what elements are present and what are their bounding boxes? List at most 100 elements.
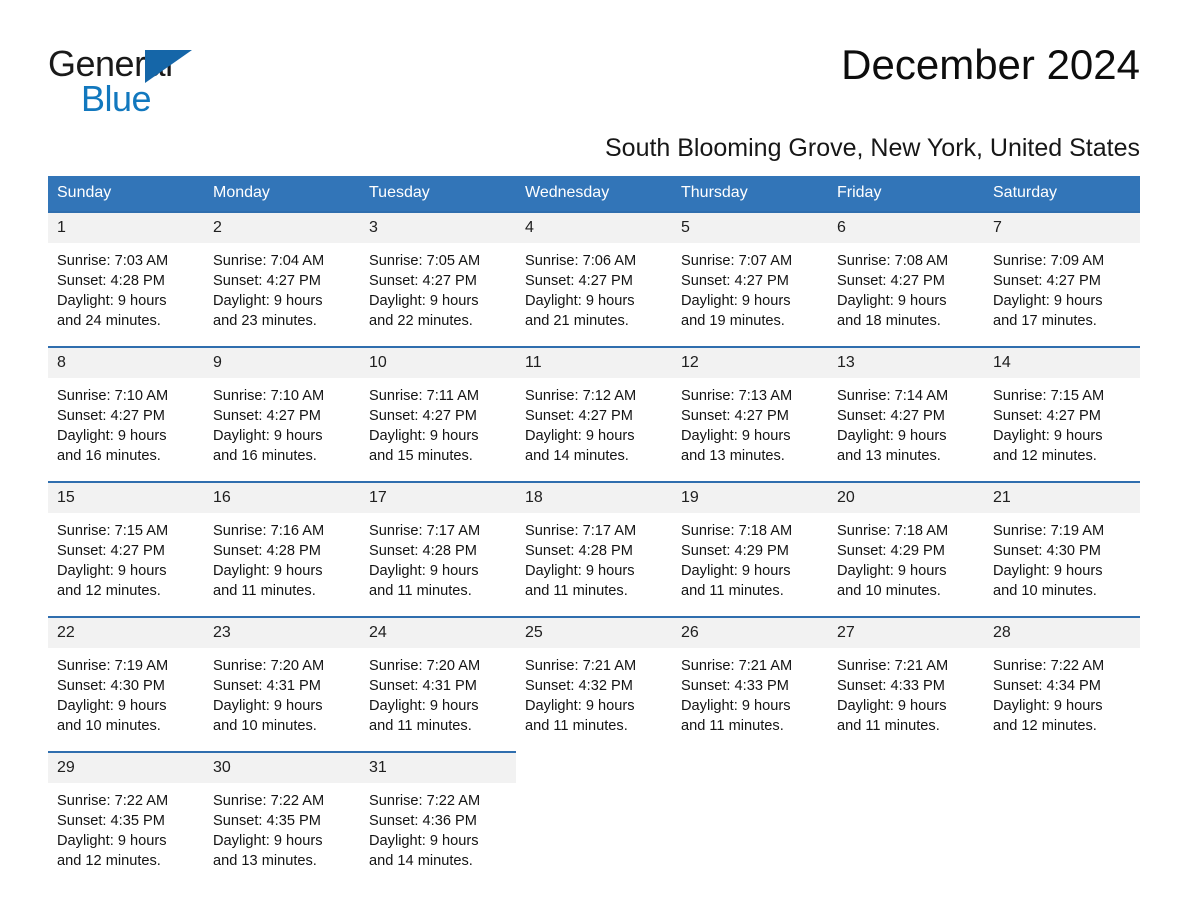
sunset-text: Sunset: 4:27 PM: [993, 273, 1101, 289]
weekday-header-sunday: Sunday: [48, 176, 204, 211]
day-cell[interactable]: 16 Sunrise: 7:16 AM Sunset: 4:28 PM Dayl…: [204, 481, 360, 616]
day-info: Sunrise: 7:06 AM Sunset: 4:27 PM Dayligh…: [516, 243, 672, 331]
sunset-text: Sunset: 4:29 PM: [837, 543, 945, 559]
sunset-text: Sunset: 4:29 PM: [681, 543, 789, 559]
day-info: Sunrise: 7:19 AM Sunset: 4:30 PM Dayligh…: [48, 648, 204, 736]
day-cell[interactable]: 26 Sunrise: 7:21 AM Sunset: 4:33 PM Dayl…: [672, 616, 828, 751]
triangle-icon: [145, 50, 192, 83]
day-cell[interactable]: 24 Sunrise: 7:20 AM Sunset: 4:31 PM Dayl…: [360, 616, 516, 751]
daylight-text-line1: Daylight: 9 hours: [369, 563, 479, 579]
sunrise-text: Sunrise: 7:11 AM: [369, 388, 480, 404]
sunset-text: Sunset: 4:30 PM: [993, 543, 1101, 559]
sunset-text: Sunset: 4:27 PM: [213, 408, 321, 424]
daylight-text-line1: Daylight: 9 hours: [57, 698, 167, 714]
daylight-text-line1: Daylight: 9 hours: [213, 833, 323, 849]
day-info: Sunrise: 7:11 AM Sunset: 4:27 PM Dayligh…: [360, 378, 516, 466]
page-title: December 2024: [841, 41, 1140, 88]
daylight-text-line1: Daylight: 9 hours: [57, 293, 167, 309]
day-cell[interactable]: 9 Sunrise: 7:10 AM Sunset: 4:27 PM Dayli…: [204, 346, 360, 481]
day-cell[interactable]: 1 Sunrise: 7:03 AM Sunset: 4:28 PM Dayli…: [48, 211, 204, 346]
day-number: 15: [48, 483, 204, 513]
day-cell[interactable]: 25 Sunrise: 7:21 AM Sunset: 4:32 PM Dayl…: [516, 616, 672, 751]
day-info: Sunrise: 7:22 AM Sunset: 4:34 PM Dayligh…: [984, 648, 1140, 736]
daylight-text-line2: and 16 minutes.: [57, 448, 161, 464]
day-number: 31: [360, 753, 516, 783]
day-number: 29: [48, 753, 204, 783]
daylight-text-line1: Daylight: 9 hours: [369, 428, 479, 444]
daylight-text-line2: and 19 minutes.: [681, 313, 785, 329]
day-cell[interactable]: 21 Sunrise: 7:19 AM Sunset: 4:30 PM Dayl…: [984, 481, 1140, 616]
sunset-text: Sunset: 4:32 PM: [525, 678, 633, 694]
day-cell-empty: [984, 751, 1140, 886]
day-cell[interactable]: 4 Sunrise: 7:06 AM Sunset: 4:27 PM Dayli…: [516, 211, 672, 346]
day-cell[interactable]: 7 Sunrise: 7:09 AM Sunset: 4:27 PM Dayli…: [984, 211, 1140, 346]
daylight-text-line2: and 13 minutes.: [837, 448, 941, 464]
sunset-text: Sunset: 4:28 PM: [57, 273, 165, 289]
daylight-text-line2: and 10 minutes.: [993, 583, 1097, 599]
day-cell[interactable]: 30 Sunrise: 7:22 AM Sunset: 4:35 PM Dayl…: [204, 751, 360, 886]
day-info: Sunrise: 7:04 AM Sunset: 4:27 PM Dayligh…: [204, 243, 360, 331]
sunrise-text: Sunrise: 7:18 AM: [681, 523, 793, 539]
sunset-text: Sunset: 4:36 PM: [369, 813, 477, 829]
day-number: 5: [672, 213, 828, 243]
daylight-text-line1: Daylight: 9 hours: [525, 563, 635, 579]
sunrise-text: Sunrise: 7:12 AM: [525, 388, 637, 404]
day-cell[interactable]: 14 Sunrise: 7:15 AM Sunset: 4:27 PM Dayl…: [984, 346, 1140, 481]
sunrise-text: Sunrise: 7:14 AM: [837, 388, 949, 404]
day-info: Sunrise: 7:22 AM Sunset: 4:36 PM Dayligh…: [360, 783, 516, 871]
day-cell[interactable]: 6 Sunrise: 7:08 AM Sunset: 4:27 PM Dayli…: [828, 211, 984, 346]
daylight-text-line2: and 12 minutes.: [993, 718, 1097, 734]
day-info: Sunrise: 7:21 AM Sunset: 4:32 PM Dayligh…: [516, 648, 672, 736]
day-cell[interactable]: 11 Sunrise: 7:12 AM Sunset: 4:27 PM Dayl…: [516, 346, 672, 481]
daylight-text-line1: Daylight: 9 hours: [993, 698, 1103, 714]
sunrise-text: Sunrise: 7:21 AM: [681, 658, 793, 674]
calendar-week-row: 8 Sunrise: 7:10 AM Sunset: 4:27 PM Dayli…: [48, 346, 1140, 481]
day-cell[interactable]: 5 Sunrise: 7:07 AM Sunset: 4:27 PM Dayli…: [672, 211, 828, 346]
day-cell[interactable]: 3 Sunrise: 7:05 AM Sunset: 4:27 PM Dayli…: [360, 211, 516, 346]
day-cell-empty: [672, 751, 828, 886]
day-cell[interactable]: 13 Sunrise: 7:14 AM Sunset: 4:27 PM Dayl…: [828, 346, 984, 481]
sunset-text: Sunset: 4:30 PM: [57, 678, 165, 694]
day-info: Sunrise: 7:15 AM Sunset: 4:27 PM Dayligh…: [48, 513, 204, 601]
day-cell[interactable]: 2 Sunrise: 7:04 AM Sunset: 4:27 PM Dayli…: [204, 211, 360, 346]
sunset-text: Sunset: 4:35 PM: [57, 813, 165, 829]
logo-generalblue[interactable]: General Blue: [48, 44, 208, 117]
day-cell[interactable]: 22 Sunrise: 7:19 AM Sunset: 4:30 PM Dayl…: [48, 616, 204, 751]
day-number: 8: [48, 348, 204, 378]
calendar-week-row: 22 Sunrise: 7:19 AM Sunset: 4:30 PM Dayl…: [48, 616, 1140, 751]
sunrise-text: Sunrise: 7:18 AM: [837, 523, 949, 539]
day-info: Sunrise: 7:08 AM Sunset: 4:27 PM Dayligh…: [828, 243, 984, 331]
day-cell[interactable]: 17 Sunrise: 7:17 AM Sunset: 4:28 PM Dayl…: [360, 481, 516, 616]
daylight-text-line1: Daylight: 9 hours: [213, 428, 323, 444]
day-number: 14: [984, 348, 1140, 378]
day-info: Sunrise: 7:09 AM Sunset: 4:27 PM Dayligh…: [984, 243, 1140, 331]
day-cell[interactable]: 23 Sunrise: 7:20 AM Sunset: 4:31 PM Dayl…: [204, 616, 360, 751]
daylight-text-line1: Daylight: 9 hours: [369, 698, 479, 714]
day-info: Sunrise: 7:22 AM Sunset: 4:35 PM Dayligh…: [204, 783, 360, 871]
daylight-text-line1: Daylight: 9 hours: [525, 698, 635, 714]
daylight-text-line1: Daylight: 9 hours: [681, 428, 791, 444]
daylight-text-line1: Daylight: 9 hours: [993, 563, 1103, 579]
day-number: 24: [360, 618, 516, 648]
day-cell[interactable]: 28 Sunrise: 7:22 AM Sunset: 4:34 PM Dayl…: [984, 616, 1140, 751]
day-cell[interactable]: 15 Sunrise: 7:15 AM Sunset: 4:27 PM Dayl…: [48, 481, 204, 616]
day-cell[interactable]: 31 Sunrise: 7:22 AM Sunset: 4:36 PM Dayl…: [360, 751, 516, 886]
sunrise-text: Sunrise: 7:20 AM: [369, 658, 481, 674]
day-cell[interactable]: 8 Sunrise: 7:10 AM Sunset: 4:27 PM Dayli…: [48, 346, 204, 481]
day-number: 17: [360, 483, 516, 513]
day-cell[interactable]: 27 Sunrise: 7:21 AM Sunset: 4:33 PM Dayl…: [828, 616, 984, 751]
day-cell[interactable]: 10 Sunrise: 7:11 AM Sunset: 4:27 PM Dayl…: [360, 346, 516, 481]
day-cell[interactable]: 20 Sunrise: 7:18 AM Sunset: 4:29 PM Dayl…: [828, 481, 984, 616]
day-cell[interactable]: 18 Sunrise: 7:17 AM Sunset: 4:28 PM Dayl…: [516, 481, 672, 616]
day-cell[interactable]: 29 Sunrise: 7:22 AM Sunset: 4:35 PM Dayl…: [48, 751, 204, 886]
sunset-text: Sunset: 4:33 PM: [681, 678, 789, 694]
daylight-text-line2: and 18 minutes.: [837, 313, 941, 329]
day-cell[interactable]: 12 Sunrise: 7:13 AM Sunset: 4:27 PM Dayl…: [672, 346, 828, 481]
daylight-text-line2: and 11 minutes.: [525, 718, 628, 734]
daylight-text-line2: and 13 minutes.: [213, 853, 317, 869]
daylight-text-line2: and 17 minutes.: [993, 313, 1097, 329]
day-info: Sunrise: 7:19 AM Sunset: 4:30 PM Dayligh…: [984, 513, 1140, 601]
daylight-text-line2: and 13 minutes.: [681, 448, 785, 464]
sunrise-text: Sunrise: 7:06 AM: [525, 253, 637, 269]
day-cell[interactable]: 19 Sunrise: 7:18 AM Sunset: 4:29 PM Dayl…: [672, 481, 828, 616]
